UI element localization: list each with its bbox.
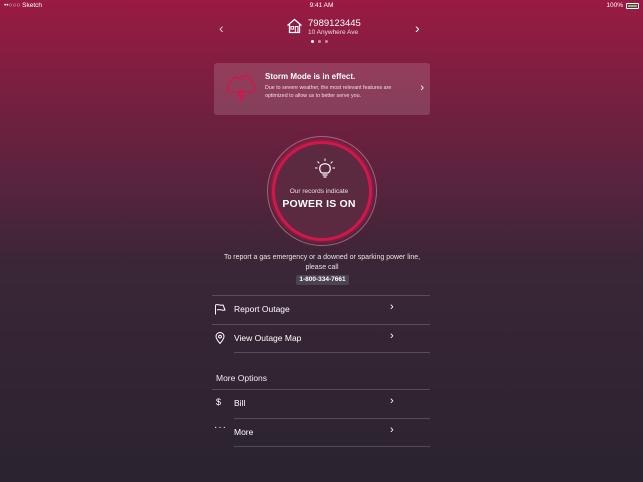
lightbulb-icon (315, 158, 335, 178)
battery-status: 100% (606, 2, 639, 9)
bill-button[interactable]: $ Bill › (212, 389, 430, 417)
report-outage-button[interactable]: Report Outage › (212, 295, 430, 323)
next-account-button[interactable]: › (415, 20, 420, 36)
chevron-right-icon: › (390, 330, 394, 342)
battery-percent: 100% (606, 2, 623, 9)
power-status-circle: Our records indicate POWER IS ON (272, 141, 372, 241)
account-address: 10 Anywhere Ave (308, 29, 359, 36)
map-pin-icon (215, 332, 225, 344)
account-switcher: ‹ 7989123445 10 Anywhere Ave › (0, 14, 643, 48)
power-status-label: POWER IS ON (282, 198, 356, 210)
page-dot (318, 40, 321, 43)
more-button[interactable]: ··· More › (212, 418, 430, 446)
status-time: 9:41 AM (309, 2, 334, 9)
storm-mode-title: Storm Mode is in effect. (265, 72, 356, 81)
storm-mode-banner[interactable]: Storm Mode is in effect. Due to severe w… (214, 63, 430, 115)
bill-label: Bill (234, 398, 246, 408)
emergency-phone-link[interactable]: 1-800-334-7661 (296, 275, 349, 285)
chevron-right-icon: › (420, 82, 424, 94)
divider (212, 324, 430, 325)
divider (212, 295, 430, 296)
view-outage-map-label: View Outage Map (234, 333, 302, 343)
more-label: More (234, 427, 254, 437)
dollar-icon: $ (216, 397, 222, 407)
storm-cloud-icon (226, 75, 256, 104)
power-status-subtitle: Our records indicate (289, 188, 349, 195)
gas-emergency-notice: To report a gas emergency or a downed or… (223, 254, 421, 271)
previous-account-button[interactable]: ‹ (219, 20, 224, 36)
ellipsis-icon: ··· (214, 422, 227, 433)
account-number: 7989123445 (308, 18, 361, 29)
divider (212, 389, 430, 390)
house-icon (287, 18, 302, 34)
more-options-heading: More Options (216, 373, 268, 383)
view-outage-map-button[interactable]: View Outage Map › (212, 324, 430, 352)
status-bar: ••○○○ Sketch 9:41 AM 100% (0, 0, 643, 12)
page-dot (311, 40, 314, 43)
pin-flag-icon (215, 304, 226, 315)
chevron-right-icon: › (390, 301, 394, 313)
divider (234, 446, 430, 447)
chevron-right-icon: › (390, 395, 394, 407)
power-status-indicator: Our records indicate POWER IS ON (267, 136, 377, 246)
page-indicator (311, 40, 328, 43)
divider (234, 352, 430, 353)
battery-icon (626, 2, 639, 9)
chevron-right-icon: › (390, 424, 394, 436)
divider (234, 418, 430, 419)
storm-mode-message: Due to severe weather, the most relevant… (265, 85, 392, 99)
page-dot (325, 40, 328, 43)
report-outage-label: Report Outage (234, 304, 290, 314)
